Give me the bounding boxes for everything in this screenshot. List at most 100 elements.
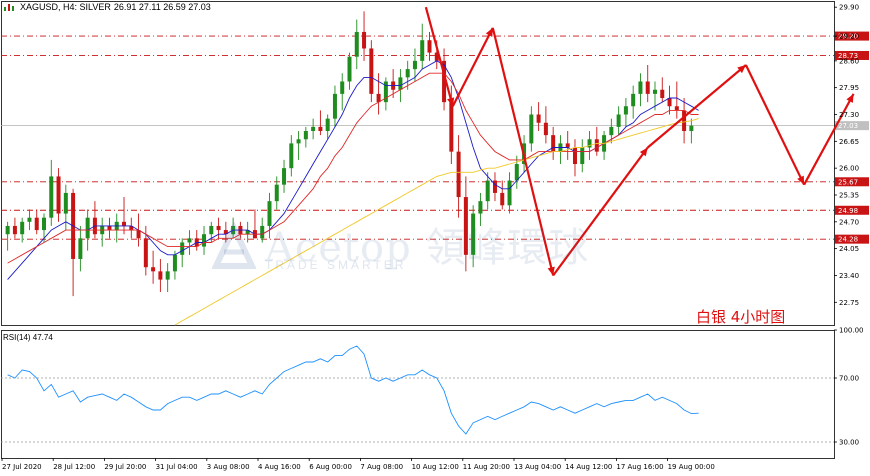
candle-body — [158, 271, 163, 280]
support-resistance-levels: 29.2028.7325.6724.9824.2827.03 — [1, 31, 869, 244]
candle-body — [289, 143, 294, 169]
price-tick-label: 23.40 — [839, 272, 859, 280]
time-tick-label: 17 Aug 16:00 — [616, 463, 663, 471]
candle-body — [536, 114, 541, 123]
candle-body — [398, 77, 403, 90]
candle-body — [202, 234, 207, 247]
candle-body — [362, 31, 367, 49]
candle-body — [85, 217, 90, 239]
candle-body — [165, 271, 170, 280]
ohlc-values: 26.91 27.11 26.59 27.03 — [113, 2, 211, 12]
chart-caption: 白银 4小时图 — [696, 308, 786, 326]
candle-body — [340, 81, 345, 94]
trend-arrow-segment — [744, 64, 806, 186]
level-price-label: 24.98 — [838, 207, 858, 215]
candle-body — [456, 151, 461, 198]
brand-logo — [211, 220, 257, 275]
rsi-plot-frame — [1, 330, 835, 459]
candle-body — [565, 143, 570, 148]
time-tick-label: 31 Jul 04:00 — [156, 463, 198, 471]
rsi-tick-label: 70.00 — [839, 375, 859, 383]
candle-body — [689, 125, 694, 132]
candle-body — [507, 180, 512, 206]
candle-body — [27, 217, 32, 222]
candle-body — [282, 168, 287, 185]
time-tick-label: 13 Aug 04:00 — [514, 463, 561, 471]
candle-body — [12, 225, 17, 235]
candle-body — [56, 176, 61, 214]
time-tick-label: 7 Aug 08:00 — [360, 463, 403, 471]
rsi-title: RSI(14) 47.74 — [3, 333, 53, 342]
price-tick-label: 26.65 — [839, 138, 859, 146]
candle-body — [478, 201, 483, 214]
candle-body — [34, 217, 39, 231]
candle-body — [318, 126, 323, 132]
main-plot-frame — [1, 1, 835, 326]
time-tick-label: 19 Aug 00:00 — [668, 463, 715, 471]
candle-body — [674, 106, 679, 111]
candle-body — [485, 180, 490, 202]
candle-body — [296, 139, 301, 144]
candle-body — [63, 192, 68, 214]
time-tick-label: 4 Aug 16:00 — [258, 463, 301, 471]
moving-average-lines — [7, 60, 699, 326]
candle-body — [180, 242, 185, 255]
price-tick-label: 27.30 — [839, 111, 859, 119]
candle-body — [260, 225, 265, 239]
candle-body — [572, 147, 577, 165]
time-tick-label: 6 Aug 00:00 — [309, 463, 352, 471]
candle-body — [660, 89, 665, 98]
candle-body — [412, 60, 417, 70]
candle-body — [122, 221, 127, 226]
price-tick-label: 24.70 — [839, 218, 859, 226]
rsi-line — [7, 345, 699, 435]
candle-body — [107, 225, 112, 231]
price-tick-label: 22.75 — [839, 299, 859, 307]
candle-body — [143, 238, 148, 268]
candle-body — [369, 48, 374, 94]
candle-body — [616, 114, 621, 127]
candle-body — [449, 102, 454, 152]
candle-body — [682, 110, 687, 132]
price-axis: 29.90 29.20 28.60 27.95 27.30 26.65 26.00 25.35… — [834, 4, 859, 307]
candle-body — [609, 126, 614, 136]
candle-body — [347, 56, 352, 82]
candle-body — [325, 118, 330, 132]
candle-body — [78, 238, 83, 259]
trend-arrow-segment — [451, 27, 494, 107]
candle-body — [42, 217, 47, 231]
candle-body — [49, 176, 54, 218]
rsi-tick-label: 100.00 — [839, 327, 864, 335]
candle-body — [551, 135, 556, 152]
candle-body — [638, 81, 643, 94]
candle-body — [274, 184, 279, 202]
candle-body — [20, 221, 25, 235]
candle-body — [500, 192, 505, 206]
chart-header: XAGUSD, H4: SILVER 26.91 27.11 26.59 27.… — [3, 2, 211, 12]
chart-icon — [4, 4, 14, 11]
time-tick-label: 3 Aug 08:00 — [207, 463, 250, 471]
candle-body — [623, 106, 628, 115]
time-tick-label: 28 Jul 12:00 — [53, 463, 95, 471]
time-axis: 27 Jul 2020 28 Jul 12:00 29 Jul 20:00 31 Ju… — [1, 458, 715, 471]
candle-body — [405, 69, 410, 78]
candle-body — [172, 254, 177, 272]
candle-body — [5, 225, 10, 235]
candle-body — [187, 238, 192, 243]
candle-body — [311, 126, 316, 132]
candle-body — [652, 89, 657, 94]
price-tick-label: 28.60 — [839, 57, 859, 65]
rsi-tick-label: 30.00 — [839, 439, 859, 447]
candle-body — [529, 114, 534, 144]
candle-body — [645, 81, 650, 94]
candle-body — [427, 40, 432, 53]
candle-body — [420, 40, 425, 61]
price-tick-label: 24.05 — [839, 245, 859, 253]
candle-body — [543, 122, 548, 136]
candle-body — [354, 31, 359, 57]
candle-body — [514, 164, 519, 181]
candle-body — [580, 147, 585, 165]
candle-body — [631, 93, 636, 107]
price-tick-label: 29.20 — [839, 33, 859, 41]
time-tick-label: 14 Aug 12:00 — [565, 463, 612, 471]
